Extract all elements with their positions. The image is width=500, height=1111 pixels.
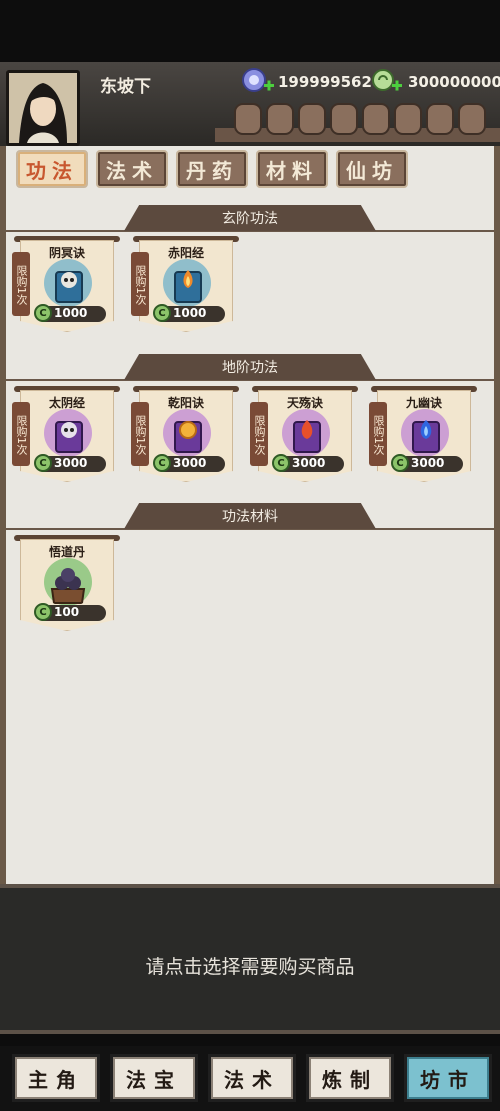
nav-fabao[interactable]: 法宝: [110, 1054, 198, 1102]
spirit-stone-currency[interactable]: 1999995620: [240, 66, 382, 98]
section-title: 功法材料: [124, 503, 376, 529]
purchase-limit-tag: 限购1次: [12, 402, 30, 466]
shop-item[interactable]: 天殇诀 限购1次 C 3000: [250, 386, 358, 486]
nav-lianzhi[interactable]: 炼制: [306, 1054, 394, 1102]
tab-danyao[interactable]: 丹药: [176, 150, 248, 188]
fire-book-icon: [163, 259, 211, 307]
item-price: 3000: [173, 456, 207, 470]
shop-item[interactable]: 阴冥诀 限购1次 C 1000: [12, 236, 120, 336]
pill-box-icon: [44, 558, 92, 606]
player-avatar[interactable]: [6, 70, 80, 146]
blue-flame-book-icon: [401, 409, 449, 457]
jade-coin-icon: C: [34, 454, 52, 472]
info-text: 请点击选择需要购买商品: [145, 956, 355, 978]
nav-fashu[interactable]: 法术: [208, 1054, 296, 1102]
shop-item[interactable]: 赤阳经 限购1次 C 1000: [131, 236, 239, 336]
shop-item[interactable]: 太阴经 限购1次 C 3000: [12, 386, 120, 486]
purchase-limit-tag: 限购1次: [12, 252, 30, 316]
spirit-stone-value: 1999995620: [278, 73, 383, 91]
jade-coin-icon: C: [34, 603, 52, 621]
skull-purple-book-icon: [44, 409, 92, 457]
flame-purple-book-icon: [282, 409, 330, 457]
tab-xianfang[interactable]: 仙坊: [336, 150, 408, 188]
item-price: 3000: [292, 456, 326, 470]
skull-book-icon: [44, 259, 92, 307]
shop-item[interactable]: 悟道丹 C 100: [14, 535, 120, 635]
jade-coin-value: 300000000: [408, 73, 500, 91]
shop-item[interactable]: 乾阳诀 限购1次 C 3000: [131, 386, 239, 486]
purchase-limit-tag: 限购1次: [131, 252, 149, 316]
item-price: 100: [54, 605, 80, 619]
jade-coin-icon: C: [391, 454, 409, 472]
jade-coin-icon: C: [272, 454, 290, 472]
shop-item[interactable]: 九幽诀 限购1次 C 3000: [369, 386, 477, 486]
purchase-limit-tag: 限购1次: [369, 402, 387, 466]
section-title: 地阶功法: [124, 354, 376, 380]
category-tabs: 功法 法术 丹药 材料 仙坊: [16, 150, 408, 188]
item-price: 1000: [173, 306, 207, 320]
tab-cailiao[interactable]: 材料: [256, 150, 328, 188]
item-price: 1000: [54, 306, 88, 320]
bottom-nav: 主角 法宝 法术 炼制 坊市: [0, 1046, 500, 1111]
section-title: 玄阶功法: [124, 205, 376, 231]
item-price: 3000: [54, 456, 88, 470]
nav-fangshi[interactable]: 坊市: [404, 1054, 492, 1102]
sun-book-icon: [163, 409, 211, 457]
jade-coin-icon: C: [153, 454, 171, 472]
spirit-stone-icon: [240, 66, 276, 98]
nav-zhujue[interactable]: 主角: [12, 1054, 100, 1102]
purchase-limit-tag: 限购1次: [250, 402, 268, 466]
jade-coin-icon: [370, 66, 406, 98]
tab-gongfa[interactable]: 功法: [16, 150, 88, 188]
tab-fashu[interactable]: 法术: [96, 150, 168, 188]
jade-coin-icon: C: [153, 304, 171, 322]
roof-tiles-decoration: [215, 103, 500, 142]
jade-coin-currency[interactable]: 300000000: [370, 66, 500, 98]
jade-coin-icon: C: [34, 304, 52, 322]
player-name: 东坡下: [100, 77, 151, 97]
item-price: 3000: [411, 456, 445, 470]
purchase-limit-tag: 限购1次: [131, 402, 149, 466]
